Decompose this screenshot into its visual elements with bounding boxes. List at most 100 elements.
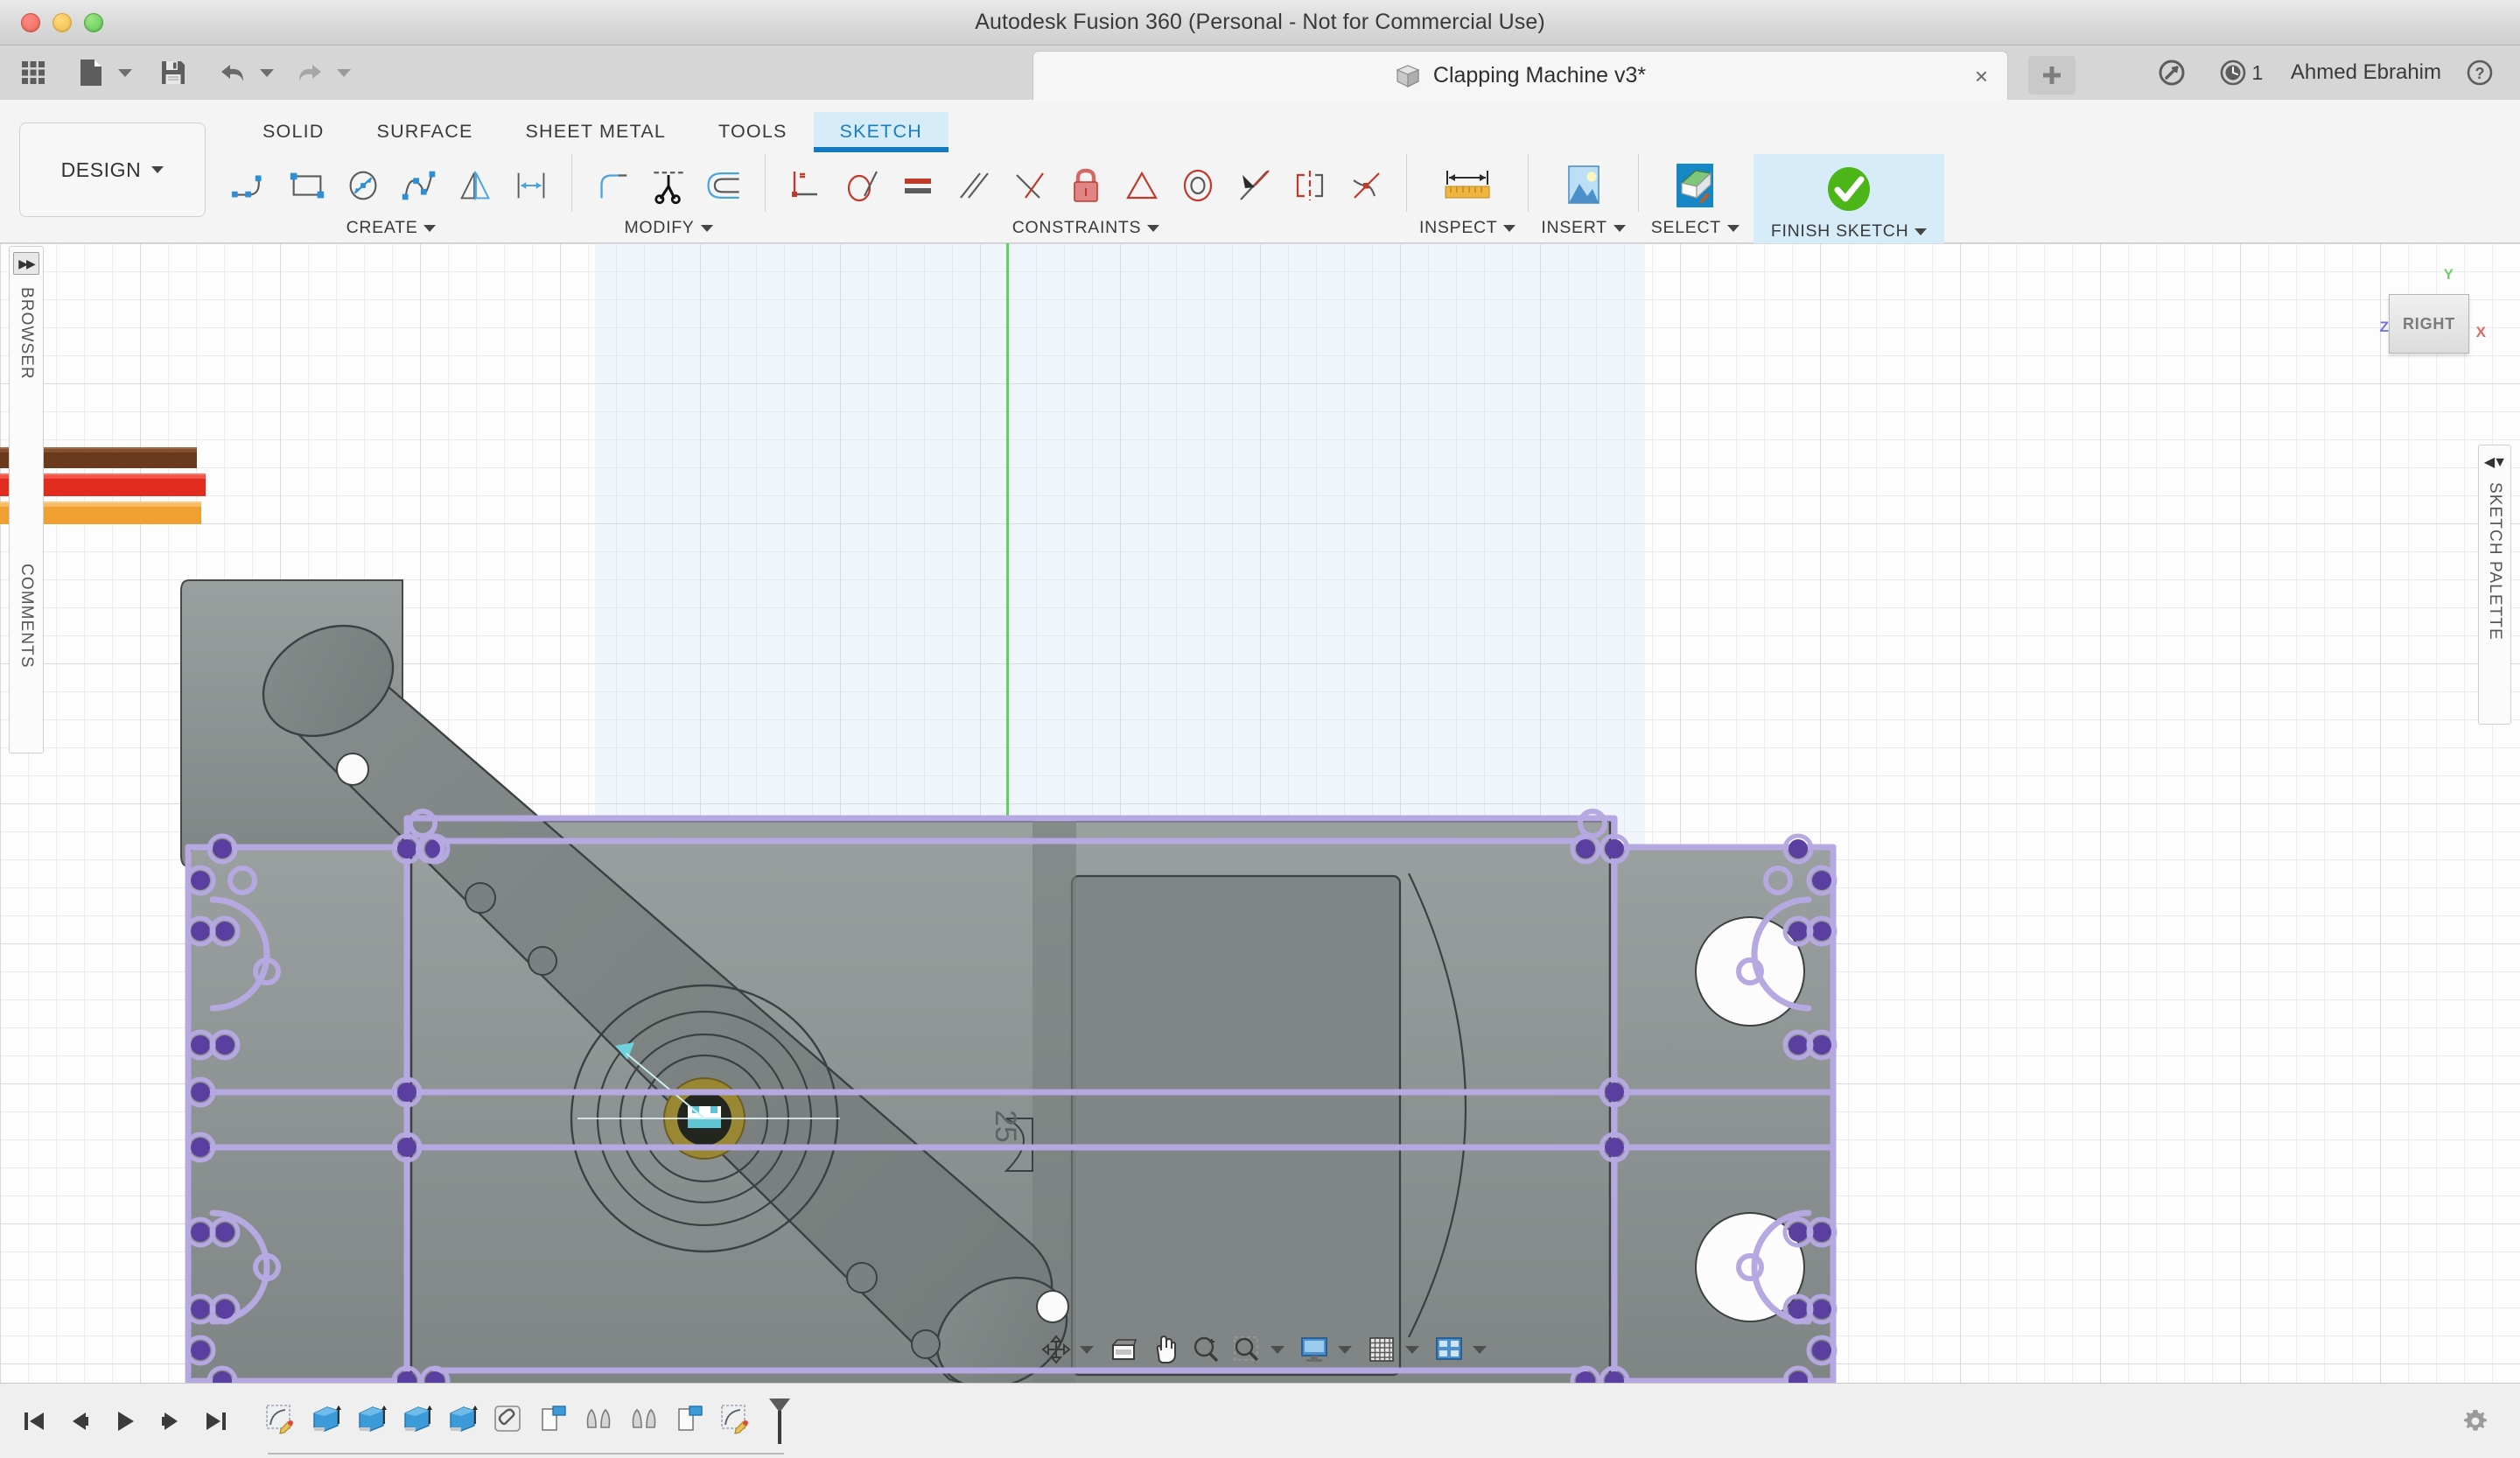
new-file-icon[interactable] <box>72 52 110 94</box>
display-settings-icon[interactable] <box>1295 1330 1334 1369</box>
midpoint-icon[interactable] <box>1009 160 1051 211</box>
symmetry-icon[interactable] <box>1289 160 1331 211</box>
tab-sheet-metal[interactable]: SHEET METAL <box>499 112 692 150</box>
timeline-extrude-1[interactable] <box>303 1398 348 1439</box>
circle-icon[interactable] <box>342 160 384 211</box>
browser-label[interactable]: BROWSER <box>17 287 36 380</box>
chevron-down-icon[interactable] <box>1726 224 1740 232</box>
offset-icon[interactable] <box>704 160 746 211</box>
ribbon-group-inspect: INSPECT <box>1419 154 1516 238</box>
timeline-extrude-3[interactable] <box>394 1398 439 1439</box>
horizontal-vertical-icon[interactable] <box>1233 160 1275 211</box>
timeline-mirror-1[interactable] <box>576 1398 621 1439</box>
go-to-beginning-button[interactable] <box>14 1401 54 1441</box>
document-tab-label: Clapping Machine v3* <box>1432 63 1647 88</box>
chevron-down-icon[interactable] <box>424 224 437 232</box>
concentric-icon[interactable] <box>1177 160 1219 211</box>
tab-tools[interactable]: TOOLS <box>692 112 814 150</box>
help-icon[interactable]: ? <box>2460 52 2499 94</box>
save-icon[interactable] <box>154 52 192 94</box>
chevron-down-icon[interactable] <box>1613 224 1626 232</box>
zoom-icon[interactable] <box>1186 1330 1225 1369</box>
pan-icon[interactable] <box>1145 1330 1184 1369</box>
user-name-label[interactable]: Ahmed Ebrahim <box>2291 60 2441 85</box>
viewports-dropdown-caret[interactable] <box>1473 1345 1487 1354</box>
perpendicular-icon[interactable] <box>841 160 883 211</box>
zoom-window-icon[interactable] <box>1228 1330 1266 1369</box>
timeline-joint-1[interactable] <box>485 1398 530 1439</box>
line-icon[interactable] <box>230 160 272 211</box>
redo-icon[interactable] <box>290 52 329 94</box>
step-back-button[interactable] <box>60 1401 100 1441</box>
sketch-palette-label[interactable]: SKETCH PALETTE <box>2485 482 2504 641</box>
timeline-extrude-2[interactable] <box>348 1398 394 1439</box>
trim-icon[interactable] <box>648 160 690 211</box>
timeline-mirror-2[interactable] <box>621 1398 667 1439</box>
apps-grid-icon[interactable] <box>14 52 52 94</box>
chevron-down-icon[interactable] <box>1503 224 1516 232</box>
insert-image-icon[interactable] <box>1557 158 1611 213</box>
fix-lock-icon[interactable] <box>1065 160 1107 211</box>
grid-snaps-dropdown-caret[interactable] <box>1405 1345 1419 1354</box>
timeline-settings-gear-icon[interactable] <box>2460 1406 2490 1436</box>
look-at-icon[interactable] <box>1104 1330 1143 1369</box>
orbit-dropdown-caret[interactable] <box>1080 1345 1094 1354</box>
new-file-dropdown-caret[interactable] <box>114 52 136 94</box>
zoom-window-dropdown-caret[interactable] <box>1270 1345 1284 1354</box>
sync-icon[interactable] <box>2152 52 2191 94</box>
ribbon-group-insert-label: INSERT <box>1541 218 1626 238</box>
equal-icon[interactable] <box>897 160 939 211</box>
redo-dropdown-caret[interactable] <box>332 52 355 94</box>
display-settings-dropdown-caret[interactable] <box>1338 1345 1352 1354</box>
timeline-sketch-2[interactable] <box>712 1398 758 1439</box>
measure-icon[interactable] <box>1440 158 1494 213</box>
curvature-icon[interactable] <box>1345 160 1387 211</box>
timeline-plane-2[interactable] <box>667 1398 712 1439</box>
comments-label[interactable]: COMMENTS <box>17 564 36 669</box>
close-tab-icon[interactable]: × <box>1975 65 1988 88</box>
tab-surface[interactable]: SURFACE <box>351 112 500 150</box>
timeline-extrude-4[interactable] <box>439 1398 485 1439</box>
workspace-switcher[interactable]: DESIGN <box>19 123 206 217</box>
timeline-marker[interactable] <box>766 1398 793 1444</box>
rectangle-icon[interactable] <box>286 160 328 211</box>
timeline-plane-1[interactable] <box>530 1398 576 1439</box>
orbit-icon[interactable] <box>1037 1330 1075 1369</box>
svg-text:?: ? <box>2475 65 2485 82</box>
viewports-icon[interactable] <box>1430 1330 1468 1369</box>
timeline-sketch-1[interactable] <box>257 1398 303 1439</box>
mirror-icon[interactable] <box>454 160 496 211</box>
chevron-down-icon[interactable] <box>1914 228 1928 235</box>
grid-snaps-icon[interactable] <box>1362 1330 1401 1369</box>
ribbon-groups: CREATE MODIFY CONSTRAINTS INSPECT INSERT… <box>223 154 2520 244</box>
select-filter-icon[interactable] <box>1668 158 1722 213</box>
rectangular-pattern-icon[interactable] <box>510 160 552 211</box>
sketch-palette-panel-collapsed: ◀▼ SKETCH PALETTE <box>2478 445 2511 725</box>
fillet-icon[interactable] <box>592 160 634 211</box>
ribbon-separator <box>1528 154 1530 212</box>
coincident-icon[interactable] <box>785 160 827 211</box>
document-tab[interactable]: Clapping Machine v3* × <box>1032 51 2008 100</box>
step-forward-button[interactable] <box>150 1401 191 1441</box>
ribbon-group-inspect-label: INSPECT <box>1419 218 1516 238</box>
chevron-down-icon[interactable] <box>1147 224 1160 232</box>
undo-icon[interactable] <box>214 52 252 94</box>
spline-icon[interactable] <box>398 160 440 211</box>
viewport-canvas[interactable]: 25 ▶▶ BROWSER COMMENTS ◀▼ SKETCH PALETTE… <box>0 243 2520 1383</box>
collinear-icon[interactable] <box>1121 160 1163 211</box>
finish-sketch-check-icon[interactable] <box>1822 162 1876 216</box>
view-cube-face[interactable]: RIGHT <box>2389 294 2469 354</box>
collapse-sketch-palette-button[interactable]: ◀▼ <box>2482 451 2508 473</box>
model-geometry: 25 <box>0 447 1838 1383</box>
new-tab-button[interactable] <box>2028 56 2076 95</box>
go-to-end-button[interactable] <box>196 1401 236 1441</box>
undo-dropdown-caret[interactable] <box>256 52 278 94</box>
play-button[interactable] <box>105 1401 145 1441</box>
tab-solid[interactable]: SOLID <box>236 112 351 150</box>
chevron-down-icon[interactable] <box>700 224 713 232</box>
tab-sketch[interactable]: SKETCH <box>813 112 949 152</box>
ribbon-group-insert: INSERT <box>1541 154 1626 238</box>
parallel-icon[interactable] <box>953 160 995 211</box>
notifications-button[interactable]: 1 <box>2210 52 2272 94</box>
expand-browser-button[interactable]: ▶▶ <box>13 252 39 275</box>
